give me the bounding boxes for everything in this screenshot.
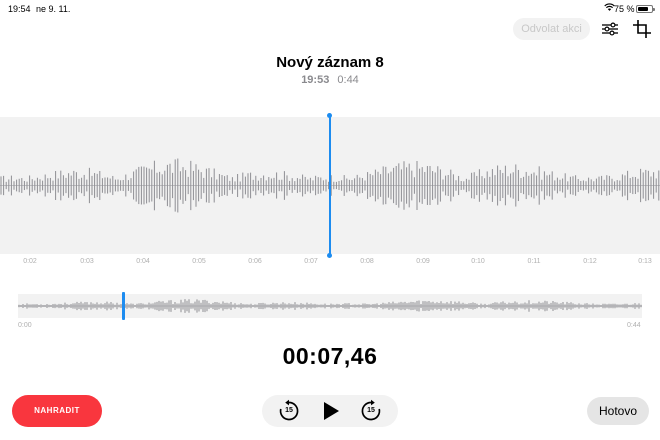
tick-label: 0:08 [360, 258, 374, 265]
recording-duration: 0:44 [337, 74, 359, 86]
tick-label: 0:03 [80, 258, 94, 265]
tick-label: 0:13 [638, 258, 652, 265]
battery-icon [636, 5, 655, 13]
overview-start-label: 0:00 [18, 322, 32, 329]
playback-controls: 15 15 [262, 395, 398, 427]
overview-waveform [18, 299, 642, 313]
play-button[interactable] [318, 399, 342, 423]
done-button[interactable]: Hotovo [587, 397, 649, 425]
status-date: ne 9. 11. [36, 4, 71, 14]
status-time: 19:54 [8, 4, 31, 14]
overview-end-label: 0:44 [627, 322, 641, 329]
tick-label: 0:11 [527, 258, 541, 265]
overview-playhead[interactable] [122, 292, 125, 320]
tick-label: 0:09 [416, 258, 430, 265]
skip-back-button[interactable]: 15 [277, 399, 301, 423]
settings-button[interactable] [598, 17, 622, 41]
tick-label: 0:07 [304, 258, 318, 265]
tick-label: 0:05 [192, 258, 206, 265]
tick-label: 0:02 [23, 258, 37, 265]
battery-percent: 75 % [614, 4, 635, 14]
tick-label: 0:06 [248, 258, 262, 265]
tick-label: 0:12 [583, 258, 597, 265]
playhead[interactable] [329, 115, 331, 256]
tick-label: 0:10 [471, 258, 485, 265]
current-time: 00:07,46 [282, 343, 378, 369]
skip-back-seconds: 15 [285, 407, 293, 414]
play-icon [324, 402, 339, 420]
replace-button[interactable]: NAHRADIT [12, 395, 102, 427]
time-ruler: 0:02 0:03 0:04 0:05 0:06 0:07 0:08 0:09 … [0, 258, 660, 270]
playhead-top-handle[interactable] [327, 113, 332, 118]
overview-scrubber[interactable] [18, 292, 642, 320]
recording-title[interactable]: Nový záznam 8 [0, 54, 660, 71]
recording-meta: 19:53 0:44 [0, 74, 660, 86]
tick-label: 0:04 [136, 258, 150, 265]
recording-time: 19:53 [301, 74, 330, 86]
skip-forward-seconds: 15 [367, 407, 375, 414]
undo-button[interactable]: Odvolat akci [513, 18, 590, 40]
trim-button[interactable] [630, 17, 654, 41]
skip-forward-button[interactable]: 15 [359, 399, 383, 423]
crop-trim-icon [633, 20, 651, 38]
status-bar: 19:54 ne 9. 11. 75 % [0, 0, 660, 16]
sliders-icon [602, 22, 618, 36]
